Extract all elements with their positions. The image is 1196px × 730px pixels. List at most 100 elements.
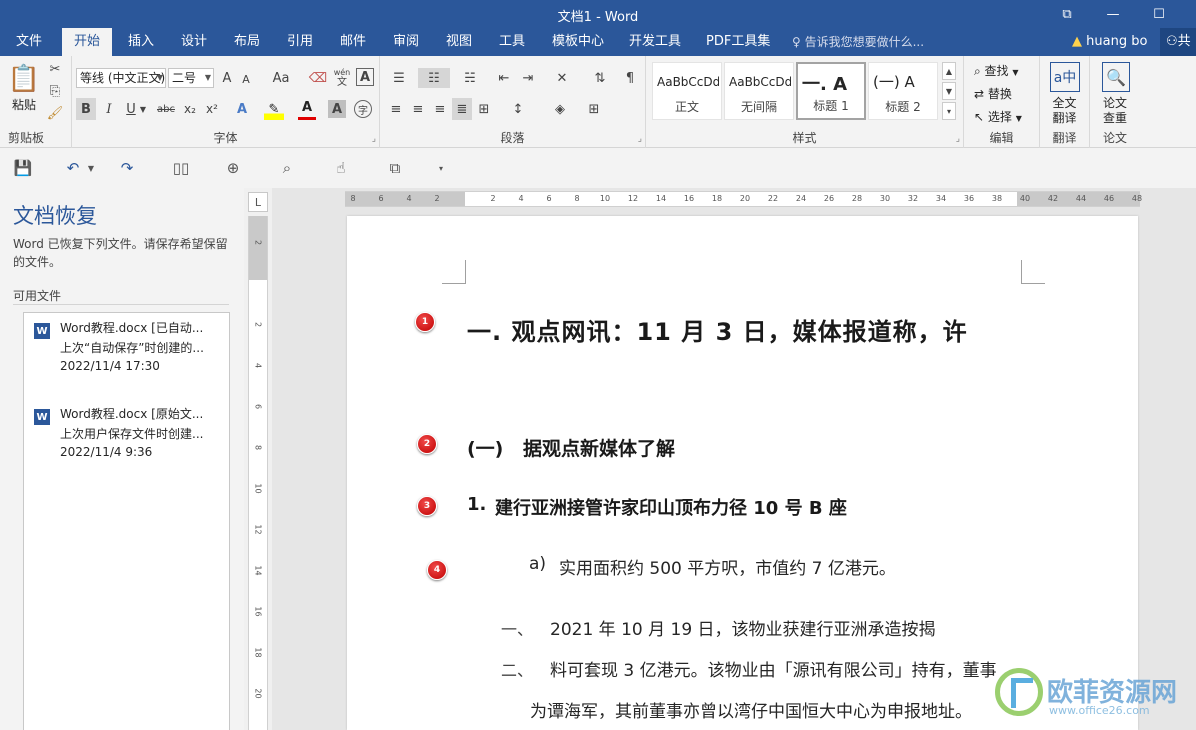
paste-icon[interactable]: 📋 — [8, 62, 40, 96]
bold-button[interactable]: B — [76, 98, 96, 120]
line-spacing-icon[interactable]: ↕ — [504, 98, 532, 120]
change-case-icon[interactable]: Aa — [268, 68, 294, 88]
list-item-1-number[interactable]: 一、 — [501, 616, 533, 640]
web-icon[interactable]: ⊕ — [222, 158, 244, 178]
highlight-icon[interactable]: ✎ — [264, 98, 284, 120]
share-button[interactable]: ⚇共 — [1160, 28, 1196, 56]
tab-tools[interactable]: 工具 — [495, 28, 529, 56]
chevron-down-icon[interactable]: ▼ — [86, 158, 96, 178]
heading-2-number[interactable]: (一) — [467, 434, 503, 461]
find-button[interactable]: ⌕ 查找 ▼ — [974, 62, 1019, 79]
tab-layout[interactable]: 布局 — [230, 28, 264, 56]
align-center-icon[interactable]: ≡ — [408, 98, 428, 120]
horizontal-ruler[interactable]: 8 6 4 2 2 4 6 8 10 12 14 16 18 20 22 24 26 28 30 32 34 36 38 40… — [345, 191, 1142, 207]
customize-icon[interactable]: ⧉ — [384, 158, 406, 178]
list-item-2-number[interactable]: 二、 — [501, 657, 533, 681]
phonetic-guide-icon[interactable]: wén 文 — [332, 66, 352, 90]
tab-file[interactable]: 文件 — [12, 28, 46, 56]
document-page[interactable]: 1 一. 观点网讯：11 月 3 日，媒体报道称，许 2 (一) 据观点新媒体了… — [347, 216, 1138, 730]
touch-mode-icon[interactable]: ☝ — [330, 158, 352, 178]
minimize-button[interactable]: — — [1090, 0, 1136, 28]
heading-1[interactable]: 一. 观点网讯：11 月 3 日，媒体报道称，许 — [467, 312, 968, 347]
list-item-2-continued[interactable]: 为谭海军，其前董事亦曾以湾仔中国恒大中心为申报地址。 — [530, 697, 972, 722]
grow-font-icon[interactable]: A — [218, 68, 236, 88]
heading-3-number[interactable]: 1. — [467, 494, 486, 515]
italic-button[interactable]: I — [100, 98, 118, 120]
chevron-down-icon[interactable]: ▼ — [138, 102, 148, 116]
show-formatting-icon[interactable]: ¶ — [620, 68, 640, 88]
character-shading-button[interactable]: A — [328, 100, 346, 118]
shading-icon[interactable]: ◈ — [546, 98, 574, 120]
chevron-up-icon[interactable]: ▲ — [942, 62, 956, 80]
tab-selector[interactable]: L — [248, 192, 268, 212]
paper-check-button[interactable]: 论文 查重 — [1090, 96, 1140, 126]
enclose-characters-button[interactable]: 字 — [354, 100, 372, 118]
replace-button[interactable]: ⇄ 替换 — [974, 85, 1012, 102]
paragraph-dialog-launcher-icon[interactable]: ⌟ — [638, 134, 642, 144]
list-item-1[interactable]: 2021 年 10 月 19 日，该物业获建行亚洲承造按揭 — [550, 615, 936, 640]
paste-label[interactable]: 粘贴 — [6, 96, 42, 113]
more-styles-icon[interactable]: ▾ — [942, 102, 956, 120]
tab-home[interactable]: 开始 — [62, 28, 112, 56]
page-view-icon[interactable]: ▯▯ — [170, 158, 192, 178]
sort-icon[interactable]: ⇅ — [590, 68, 610, 88]
style-heading-1[interactable]: 一. A 标题 1 — [796, 62, 866, 120]
vertical-ruler[interactable]: 2 2 4 6 8 10 12 14 16 18 20 — [248, 216, 268, 730]
user-account[interactable]: ▲ huang bo — [1072, 28, 1147, 56]
style-no-spacing[interactable]: AaBbCcDd 无间隔 — [724, 62, 794, 120]
font-size-select[interactable]: 二号 ▼ — [168, 68, 214, 88]
tab-review[interactable]: 审阅 — [389, 28, 423, 56]
styles-dialog-launcher-icon[interactable]: ⌟ — [956, 134, 960, 144]
font-dialog-launcher-icon[interactable]: ⌟ — [372, 134, 376, 144]
font-color-button[interactable]: A — [298, 98, 316, 120]
style-heading-2[interactable]: (一) A 标题 2 — [868, 62, 938, 120]
tab-mailings[interactable]: 邮件 — [336, 28, 370, 56]
tab-references[interactable]: 引用 — [283, 28, 317, 56]
copy-icon[interactable]: ⎘ — [46, 82, 64, 100]
subscript-button[interactable]: x₂ — [180, 98, 200, 120]
strikethrough-button[interactable]: abc — [154, 98, 178, 120]
print-preview-icon[interactable]: ⌕ — [276, 158, 298, 178]
tab-template-center[interactable]: 模板中心 — [548, 28, 608, 56]
paper-check-icon[interactable]: 🔍 — [1102, 62, 1130, 92]
full-translate-button[interactable]: 全文 翻译 — [1040, 96, 1089, 126]
align-left-icon[interactable]: ≡ — [386, 98, 406, 120]
numbering-icon[interactable]: ☷ — [418, 68, 450, 88]
list-item-2[interactable]: 料可套现 3 亿港元。该物业由「源讯有限公司」持有，董事 — [550, 656, 997, 681]
superscript-button[interactable]: x² — [202, 98, 222, 120]
list-item-a-number[interactable]: a) — [529, 554, 546, 574]
align-right-icon[interactable]: ≡ — [430, 98, 450, 120]
undo-icon[interactable]: ↶ — [62, 158, 84, 178]
decrease-indent-icon[interactable]: ⇤ — [494, 68, 514, 88]
tell-me-search[interactable]: ♀ 告诉我您想要做什么... — [792, 28, 924, 56]
font-name-select[interactable]: 等线 (中文正文) ▼ — [76, 68, 166, 88]
format-painter-icon[interactable]: 🖌 — [46, 104, 64, 122]
heading-3[interactable]: 建行亚洲接管许家印山顶布力径 10 号 B 座 — [495, 494, 847, 520]
text-effects-button[interactable]: A — [232, 98, 252, 120]
tab-pdf-tools[interactable]: PDF工具集 — [702, 28, 774, 56]
chevron-down-icon[interactable]: ▼ — [942, 82, 956, 100]
tab-design[interactable]: 设计 — [177, 28, 211, 56]
bullets-icon[interactable]: ☰ — [386, 68, 412, 88]
tab-insert[interactable]: 插入 — [124, 28, 158, 56]
redo-icon[interactable]: ↷ — [116, 158, 138, 178]
style-normal[interactable]: AaBbCcDd 正文 — [652, 62, 722, 120]
list-item-a[interactable]: 实用面积约 500 平方呎，市值约 7 亿港元。 — [559, 554, 896, 579]
cut-icon[interactable]: ✂ — [46, 60, 64, 78]
distributed-icon[interactable]: ⊞ — [474, 98, 494, 120]
shrink-font-icon[interactable]: A — [238, 70, 254, 88]
justify-icon[interactable]: ≣ — [452, 98, 472, 120]
clear-format-icon[interactable]: ⌫ — [308, 68, 328, 88]
save-icon[interactable]: 💾 — [12, 158, 34, 178]
heading-2[interactable]: 据观点新媒体了解 — [523, 434, 675, 461]
list-item[interactable]: W Word教程.docx [已自动... 上次“自动保存”时创建的... 20… — [24, 317, 229, 387]
character-border-icon[interactable]: A — [356, 68, 374, 86]
maximize-button[interactable]: ☐ — [1136, 0, 1182, 28]
tab-view[interactable]: 视图 — [442, 28, 476, 56]
ribbon-display-options-button[interactable]: ⧉ — [1044, 0, 1090, 28]
chinese-layout-icon[interactable]: ✕ — [548, 68, 576, 88]
tab-developer[interactable]: 开发工具 — [625, 28, 685, 56]
borders-icon[interactable]: ⊞ — [580, 98, 608, 120]
select-button[interactable]: ↖ 选择 ▼ — [974, 108, 1022, 125]
list-item[interactable]: W Word教程.docx [原始文... 上次用户保存文件时创建... 202… — [24, 403, 229, 473]
